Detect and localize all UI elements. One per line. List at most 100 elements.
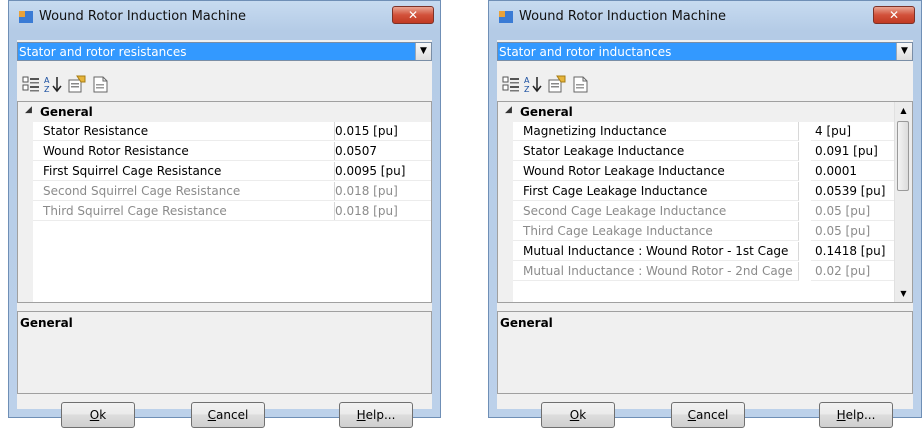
help-button[interactable]: Help... [339, 402, 413, 428]
property-row[interactable]: First Cage Leakage Inductance 0.0539 [pu] [513, 182, 895, 202]
title-bar[interactable]: Wound Rotor Induction Machine ✕ [489, 1, 921, 31]
window-title: Wound Rotor Induction Machine [39, 9, 247, 24]
property-row[interactable]: Mutual Inductance : Wound Rotor - 1st Ca… [513, 242, 895, 262]
sort-alphabetical-icon[interactable]: AZ [523, 74, 543, 94]
ok-accelerator: O [569, 408, 580, 422]
property-value[interactable]: 0.018 [pu] [331, 182, 431, 201]
app-window-icon [499, 11, 513, 23]
property-row[interactable]: Stator Leakage Inductance 0.091 [pu] [513, 142, 895, 162]
category-label: General [520, 105, 573, 119]
property-name: Third Squirrel Cage Resistance [33, 202, 335, 221]
property-row[interactable]: Third Squirrel Cage Resistance 0.018 [pu] [33, 202, 431, 222]
property-value[interactable]: 0.0001 [811, 162, 895, 181]
chevron-down-icon[interactable]: ▼ [896, 43, 912, 60]
close-icon[interactable]: ✕ [873, 6, 915, 24]
property-name: Stator Leakage Inductance [513, 142, 799, 161]
close-icon[interactable]: ✕ [392, 6, 434, 24]
property-name: Wound Rotor Leakage Inductance [513, 162, 799, 181]
dialog-client-area: Stator and rotor inductances ▼ AZ ◢ Gene… [497, 40, 913, 428]
property-pages-icon[interactable] [547, 74, 567, 94]
property-value[interactable]: 4 [pu] [811, 122, 895, 141]
property-row[interactable]: Wound Rotor Leakage Inductance 0.0001 [513, 162, 895, 182]
scroll-down-icon[interactable]: ▼ [895, 285, 912, 302]
property-value[interactable]: 0.05 [pu] [811, 222, 895, 241]
property-name: Second Cage Leakage Inductance [513, 202, 799, 221]
category-row-general[interactable]: ◢ General [18, 102, 431, 122]
property-name: First Cage Leakage Inductance [513, 182, 799, 201]
app-window-icon [19, 11, 33, 23]
property-name: Stator Resistance [33, 122, 335, 141]
property-name: Wound Rotor Resistance [33, 142, 335, 161]
description-title: General [500, 316, 553, 330]
grid-gutter [498, 102, 513, 302]
category-selector-value: Stator and rotor resistances [19, 45, 187, 59]
svg-text:Z: Z [44, 85, 50, 94]
category-selector[interactable]: Stator and rotor resistances ▼ [17, 42, 432, 61]
property-value[interactable]: 0.02 [pu] [811, 262, 895, 281]
property-grid: ◢ General Stator Resistance 0.015 [pu] Wou… [17, 101, 432, 303]
property-name: Mutual Inductance : Wound Rotor - 1st Ca… [513, 242, 799, 261]
cancel-accelerator: C [687, 408, 697, 422]
cancel-button[interactable]: Cancel [191, 402, 265, 428]
property-name: Third Cage Leakage Inductance [513, 222, 799, 241]
svg-text:A: A [524, 76, 530, 85]
help-label: elp... [845, 408, 876, 422]
property-row[interactable]: Mutual Inductance : Wound Rotor - 2nd Ca… [513, 262, 895, 282]
ok-button[interactable]: Ok [541, 402, 615, 428]
cancel-button[interactable]: Cancel [671, 402, 745, 428]
description-pane: General [497, 311, 913, 394]
property-value[interactable]: 0.015 [pu] [331, 122, 431, 141]
property-row[interactable]: First Squirrel Cage Resistance 0.0095 [pu… [33, 162, 431, 182]
property-row[interactable]: Stator Resistance 0.015 [pu] [33, 122, 431, 142]
property-pages-icon[interactable] [67, 74, 87, 94]
property-value[interactable]: 0.091 [pu] [811, 142, 895, 161]
collapse-triangle-icon[interactable]: ◢ [25, 105, 32, 115]
property-value[interactable]: 0.0539 [pu] [811, 182, 895, 201]
scroll-up-icon[interactable]: ▲ [895, 102, 912, 119]
category-row-general[interactable]: ◢ General [498, 102, 895, 122]
new-page-icon[interactable] [91, 74, 111, 94]
property-name: Magnetizing Inductance [513, 122, 799, 141]
dialog-inductances: Wound Rotor Induction Machine ✕ Stator a… [488, 0, 922, 428]
property-value[interactable]: 0.0507 [331, 142, 431, 161]
vertical-scrollbar[interactable]: ▲ ▼ [894, 102, 912, 302]
help-accelerator: H [356, 408, 366, 422]
property-value[interactable]: 0.05 [pu] [811, 202, 895, 221]
property-grid-toolbar: AZ [497, 62, 913, 100]
ok-button[interactable]: Ok [61, 402, 135, 428]
new-page-icon[interactable] [571, 74, 591, 94]
property-row[interactable]: Magnetizing Inductance 4 [pu] [513, 122, 895, 142]
collapse-triangle-icon[interactable]: ◢ [505, 105, 512, 115]
property-row[interactable]: Wound Rotor Resistance 0.0507 [33, 142, 431, 162]
categorized-view-icon[interactable] [501, 74, 521, 94]
cancel-label: ancel [216, 408, 249, 422]
property-row[interactable]: Second Squirrel Cage Resistance 0.018 [pu… [33, 182, 431, 202]
property-row[interactable]: Third Cage Leakage Inductance 0.05 [pu] [513, 222, 895, 242]
property-grid: ◢ General Magnetizing Inductance 4 [pu] St… [497, 101, 913, 303]
help-button[interactable]: Help... [819, 402, 893, 428]
property-value[interactable]: 0.018 [pu] [331, 202, 431, 221]
sort-alphabetical-icon[interactable]: AZ [43, 74, 63, 94]
dialog-client-area: Stator and rotor resistances ▼ AZ ◢ Gene… [17, 40, 432, 428]
title-bar[interactable]: Wound Rotor Induction Machine ✕ [9, 1, 440, 31]
category-selector[interactable]: Stator and rotor inductances ▼ [497, 42, 913, 61]
property-value[interactable]: 0.0095 [pu] [331, 162, 431, 181]
cancel-label: ancel [696, 408, 729, 422]
window-title: Wound Rotor Induction Machine [519, 9, 727, 24]
property-row[interactable]: Second Cage Leakage Inductance 0.05 [pu] [513, 202, 895, 222]
svg-text:A: A [44, 76, 50, 85]
scrollbar-thumb[interactable] [897, 121, 909, 191]
description-title: General [20, 316, 73, 330]
categorized-view-icon[interactable] [21, 74, 41, 94]
property-value[interactable]: 0.1418 [pu] [811, 242, 895, 261]
property-grid-toolbar: AZ [17, 62, 432, 100]
category-label: General [40, 105, 93, 119]
category-selector-value: Stator and rotor inductances [499, 45, 672, 59]
ok-label: k [579, 408, 587, 422]
svg-text:Z: Z [524, 85, 530, 94]
property-name: Mutual Inductance : Wound Rotor - 2nd Ca… [513, 262, 799, 281]
description-pane: General [17, 311, 432, 394]
dialog-resistances: Wound Rotor Induction Machine ✕ Stator a… [8, 0, 441, 428]
help-label: elp... [365, 408, 396, 422]
chevron-down-icon[interactable]: ▼ [415, 43, 431, 60]
